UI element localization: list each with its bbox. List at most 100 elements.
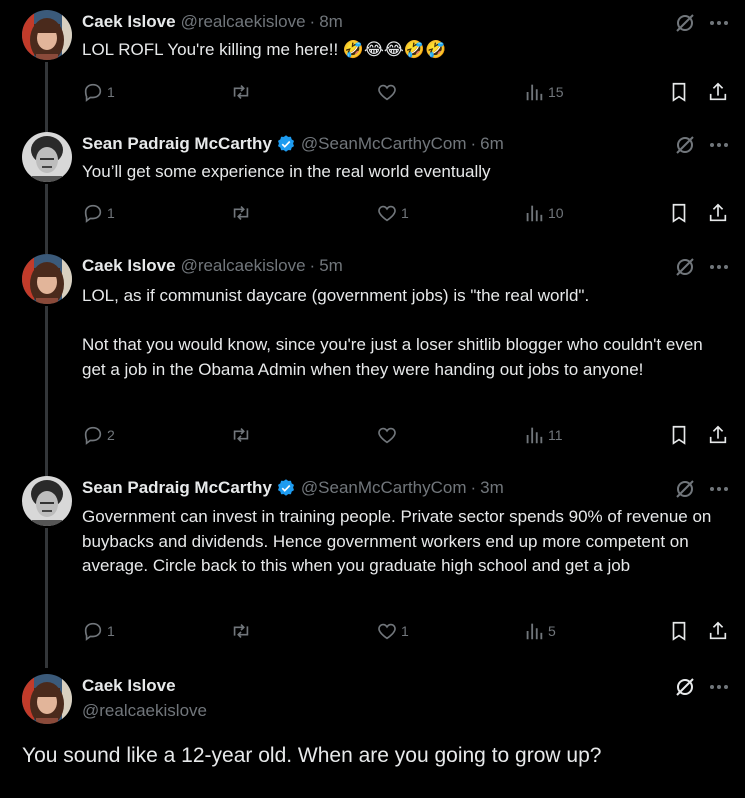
main-author-name-row: Caek Islove — [82, 674, 176, 698]
more-icon[interactable] — [707, 255, 731, 279]
thread-line — [45, 184, 48, 254]
share-button[interactable] — [707, 619, 729, 643]
more-icon[interactable] — [707, 675, 731, 699]
share-icon — [707, 424, 729, 446]
share-button[interactable] — [707, 201, 729, 225]
view-count: 15 — [548, 84, 564, 100]
like-button[interactable] — [376, 423, 401, 447]
avatar-caek[interactable] — [22, 674, 72, 724]
tweet-header: Caek Islove @realcaekislove · 8m — [82, 10, 343, 34]
bookmark-button[interactable] — [668, 80, 690, 104]
author-handle[interactable]: @realcaekislove — [181, 12, 306, 32]
view-count: 10 — [548, 205, 564, 221]
thread-line — [45, 528, 48, 668]
tweet-actions: 2 11 — [82, 423, 742, 447]
tweet-header: Sean Padraig McCarthy @SeanMcCarthyCom ·… — [82, 476, 504, 500]
view-count: 11 — [548, 427, 563, 443]
like-button[interactable]: 1 — [376, 619, 409, 643]
grok-icon[interactable] — [673, 477, 697, 501]
tweet-text: Government can invest in training people… — [82, 507, 717, 575]
author-handle[interactable]: @SeanMcCarthyCom — [301, 134, 467, 154]
heart-icon — [376, 202, 398, 224]
author-handle[interactable]: @realcaekislove — [82, 701, 207, 721]
retweet-icon — [230, 202, 252, 224]
separator: · — [309, 12, 316, 31]
reply-count: 2 — [107, 427, 115, 443]
author-handle[interactable]: @realcaekislove — [181, 256, 306, 276]
separator: · — [470, 478, 477, 497]
avatar-sean[interactable] — [22, 476, 72, 526]
share-button[interactable] — [707, 80, 729, 104]
author-name[interactable]: Caek Islove — [82, 676, 176, 696]
more-icon[interactable] — [707, 133, 731, 157]
views-icon — [523, 424, 545, 446]
reply-button[interactable]: 2 — [82, 423, 115, 447]
author-name[interactable]: Caek Islove — [82, 256, 176, 276]
grok-icon[interactable] — [673, 133, 697, 157]
tweet-header: Sean Padraig McCarthy @SeanMcCarthyCom ·… — [82, 132, 504, 156]
bookmark-button[interactable] — [668, 423, 690, 447]
share-icon — [707, 620, 729, 642]
heart-icon — [376, 81, 398, 103]
bookmark-icon — [668, 620, 690, 642]
bookmark-icon — [668, 424, 690, 446]
reply-icon — [82, 81, 104, 103]
bookmark-icon — [668, 81, 690, 103]
author-name[interactable]: Sean Padraig McCarthy — [82, 134, 272, 154]
author-handle[interactable]: @SeanMcCarthyCom — [301, 478, 467, 498]
avatar-caek[interactable] — [22, 254, 72, 304]
share-icon — [707, 81, 729, 103]
retweet-button[interactable] — [230, 201, 255, 225]
tweet-text: LOL ROFL You're killing me here!! 🤣😂😂🤣🤣 — [82, 40, 447, 59]
avatar-caek[interactable] — [22, 10, 72, 60]
timestamp[interactable]: 5m — [319, 256, 343, 276]
timestamp[interactable]: 3m — [480, 478, 504, 498]
grok-icon[interactable] — [673, 255, 697, 279]
thread-line — [45, 306, 48, 476]
retweet-button[interactable] — [230, 423, 255, 447]
reply-button[interactable]: 1 — [82, 80, 115, 104]
more-icon[interactable] — [707, 11, 731, 35]
retweet-icon — [230, 81, 252, 103]
tweet-text: LOL, as if communist daycare (government… — [82, 286, 703, 379]
like-button[interactable] — [376, 80, 401, 104]
views-button[interactable]: 11 — [523, 423, 563, 447]
view-count: 5 — [548, 623, 556, 639]
grok-icon[interactable] — [673, 675, 697, 699]
timestamp[interactable]: 6m — [480, 134, 504, 154]
retweet-button[interactable] — [230, 619, 255, 643]
reply-button[interactable]: 1 — [82, 201, 115, 225]
separator: · — [309, 256, 316, 275]
views-icon — [523, 620, 545, 642]
avatar-sean[interactable] — [22, 132, 72, 182]
retweet-button[interactable] — [230, 80, 255, 104]
heart-icon — [376, 424, 398, 446]
main-tweet-text: You sound like a 12-year old. When are y… — [22, 744, 602, 767]
tweet-header: Caek Islove @realcaekislove · 5m — [82, 254, 343, 278]
like-button[interactable]: 1 — [376, 201, 409, 225]
verified-badge-icon — [276, 134, 296, 154]
reply-count: 1 — [107, 205, 115, 221]
reply-count: 1 — [107, 84, 115, 100]
views-button[interactable]: 5 — [523, 619, 556, 643]
share-button[interactable] — [707, 423, 729, 447]
views-icon — [523, 81, 545, 103]
retweet-icon — [230, 620, 252, 642]
views-button[interactable]: 15 — [523, 80, 564, 104]
reply-button[interactable]: 1 — [82, 619, 115, 643]
like-count: 1 — [401, 205, 409, 221]
more-icon[interactable] — [707, 477, 731, 501]
heart-icon — [376, 620, 398, 642]
reply-count: 1 — [107, 623, 115, 639]
grok-icon[interactable] — [673, 11, 697, 35]
bookmark-button[interactable] — [668, 201, 690, 225]
verified-badge-icon — [276, 478, 296, 498]
bookmark-button[interactable] — [668, 619, 690, 643]
author-name[interactable]: Sean Padraig McCarthy — [82, 478, 272, 498]
views-button[interactable]: 10 — [523, 201, 564, 225]
author-name[interactable]: Caek Islove — [82, 12, 176, 32]
tweet-actions: 1 1 10 — [82, 201, 742, 225]
timestamp[interactable]: 8m — [319, 12, 343, 32]
main-author-handle-row: @realcaekislove — [82, 699, 207, 723]
bookmark-icon — [668, 202, 690, 224]
